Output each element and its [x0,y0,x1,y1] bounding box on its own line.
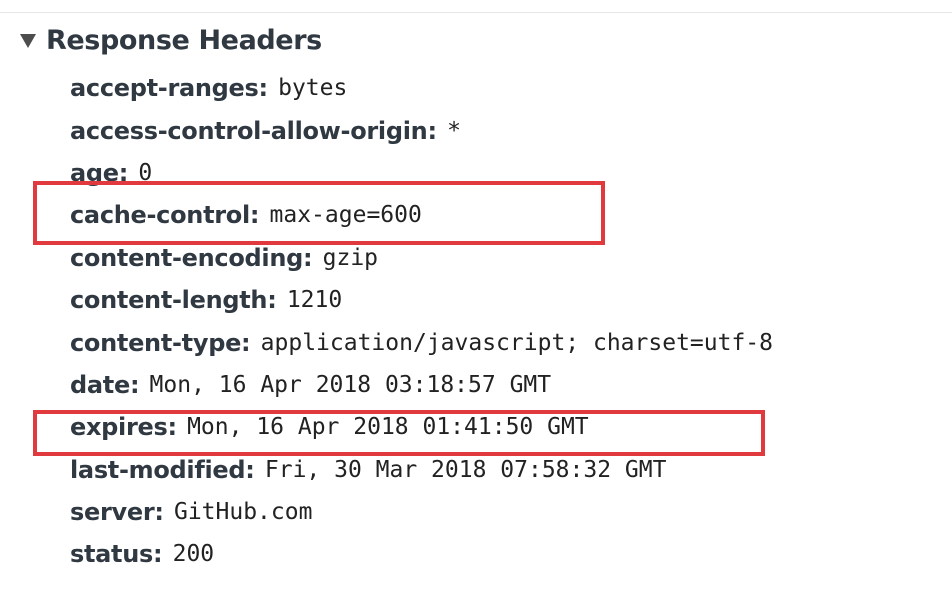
header-colon: : [303,243,313,272]
header-value: 0 [138,159,153,186]
header-name: server [70,498,155,527]
header-row-accept-ranges[interactable]: accept-ranges: bytes [70,67,773,109]
header-name: expires [70,413,168,442]
header-colon: : [258,74,269,103]
header-name: content-length [70,286,268,315]
header-name: access-control-allow-origin [70,116,428,145]
top-divider [0,12,952,13]
header-name: cache-control [70,201,250,230]
header-colon: : [153,540,163,569]
header-colon: : [427,116,438,145]
header-row-last-modified[interactable]: last-modified: Fri, 30 Mar 2018 07:58:32 … [70,449,773,491]
header-name: status [70,540,153,569]
header-row-expires[interactable]: expires: Mon, 16 Apr 2018 01:41:50 GMT [70,406,773,448]
header-value: GitHub.com [173,499,313,526]
header-colon: : [154,498,164,527]
header-colon: : [167,413,178,442]
header-name: date [70,370,130,399]
header-value: Fri, 30 Mar 2018 07:58:32 GMT [264,456,667,483]
triangle-down-icon [20,34,36,48]
header-value: Mon, 16 Apr 2018 01:41:50 GMT [187,414,589,441]
header-name: last-modified [70,455,246,484]
header-row-cache-control[interactable]: cache-control: max-age=600 [70,194,773,236]
header-colon: : [245,455,255,484]
header-row-server[interactable]: server: GitHub.com [70,491,773,533]
header-value: 200 [172,541,215,568]
header-value: 1210 [286,287,343,314]
header-colon: : [249,201,260,230]
header-colon: : [241,328,251,357]
header-colon: : [118,158,129,187]
header-name: content-encoding [70,243,304,272]
header-colon: : [129,370,140,399]
section-title: Response Headers [46,24,322,56]
header-row-status[interactable]: status:200 [70,533,773,575]
header-name: accept-ranges [70,74,259,103]
header-value: bytes [278,75,348,102]
header-row-content-type[interactable]: content-type: application/javascript; cha… [70,321,773,363]
header-row-age[interactable]: age:0 [70,152,773,194]
header-row-date[interactable]: date: Mon, 16 Apr 2018 03:18:57 GMT [70,364,773,406]
response-headers-list: accept-ranges: bytes access-control-allow… [70,67,773,576]
header-value: * [447,117,461,144]
header-value: application/javascript; charset=utf-8 [260,329,774,356]
header-value: Mon, 16 Apr 2018 03:18:57 GMT [149,371,552,398]
header-row-content-length[interactable]: content-length:1210 [70,279,773,321]
header-name: content-type [70,328,242,357]
header-colon: : [267,286,277,315]
header-row-content-encoding[interactable]: content-encoding: gzip [70,237,773,279]
header-value: max-age=600 [269,202,422,229]
header-name: age [70,158,119,187]
header-row-access-control-allow-origin[interactable]: access-control-allow-origin: * [70,109,773,151]
header-value: gzip [322,244,379,271]
response-headers-toggle[interactable]: Response Headers [20,22,322,58]
